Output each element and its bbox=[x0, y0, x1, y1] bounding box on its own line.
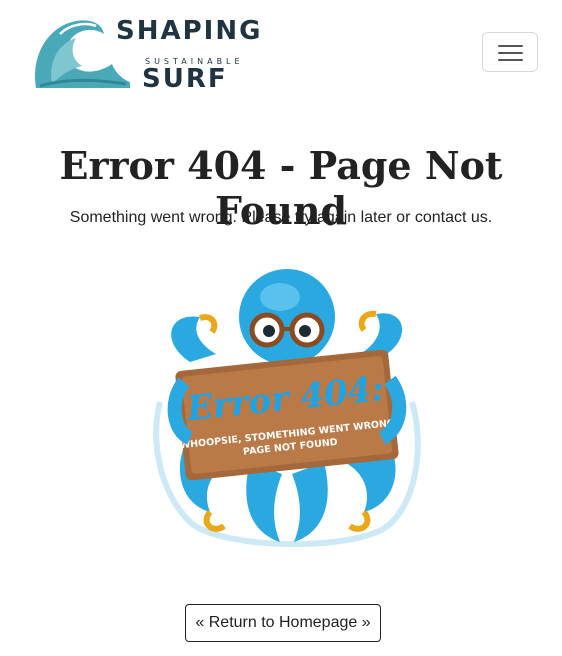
return-home-button[interactable]: « Return to Homepage » bbox=[185, 604, 381, 642]
octopus-error-illustration: Error 404: WHOOPSIE, STOMETHING WENT WRO… bbox=[153, 269, 421, 548]
error-message: Something went wrong. Please try again l… bbox=[69, 209, 493, 226]
site-logo[interactable]: SHAPING SUSTAINABLE SURF bbox=[30, 14, 260, 94]
site-header: SHAPING SUSTAINABLE SURF bbox=[0, 0, 562, 110]
hamburger-icon bbox=[498, 45, 523, 47]
logo-text-surf: SURF bbox=[142, 64, 228, 94]
menu-toggle-button[interactable] bbox=[482, 32, 538, 72]
wave-logo-icon bbox=[35, 20, 130, 88]
logo-text-shaping: SHAPING bbox=[116, 16, 263, 46]
